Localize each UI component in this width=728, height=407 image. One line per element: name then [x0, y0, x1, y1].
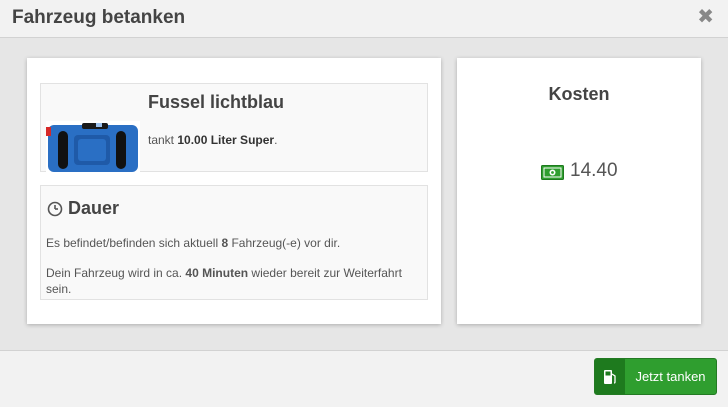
- costs-panel: Kosten 14.40: [457, 58, 701, 324]
- ready-info: Dein Fahrzeug wird in ca. 40 Minuten wie…: [46, 265, 406, 297]
- vehicle-info-panel: Fussel lichtblau tankt 10.00 Liter Super…: [27, 58, 441, 324]
- desc-suffix: .: [274, 133, 278, 147]
- fuel-amount: 10.00 Liter Super: [177, 133, 275, 147]
- dialog-header: Fahrzeug betanken ✖: [0, 0, 728, 38]
- costs-value: 14.40: [570, 160, 618, 181]
- refuel-now-button[interactable]: Jetzt tanken: [594, 358, 717, 395]
- dialog-title: Fahrzeug betanken: [12, 7, 186, 28]
- queue-info: Es befindet/befinden sich aktuell 8 Fahr…: [46, 236, 421, 250]
- close-icon[interactable]: ✖: [697, 7, 714, 27]
- vehicle-fuel-description: tankt 10.00 Liter Super.: [148, 133, 277, 147]
- dialog-footer: Jetzt tanken: [0, 350, 728, 407]
- queue-prefix: Es befindet/befinden sich aktuell: [46, 236, 222, 250]
- car-top-view-image: [46, 121, 140, 172]
- vehicle-card: Fussel lichtblau tankt 10.00 Liter Super…: [40, 83, 428, 172]
- duration-heading: Dauer: [47, 198, 119, 219]
- money-icon: [541, 164, 564, 180]
- costs-amount: 14.40: [541, 160, 618, 182]
- refuel-dialog: Fahrzeug betanken ✖ Fussel lichtblau tan…: [0, 0, 728, 407]
- duration-title: Dauer: [68, 198, 120, 218]
- queue-suffix: Fahrzeug(-e) vor dir.: [228, 236, 341, 250]
- ready-prefix: Dein Fahrzeug wird in ca.: [46, 266, 186, 280]
- refuel-button-label: Jetzt tanken: [635, 369, 706, 384]
- duration-card: Dauer Es befindet/befinden sich aktuell …: [40, 185, 428, 300]
- fuel-pump-icon: [595, 359, 625, 394]
- desc-prefix: tankt: [148, 133, 178, 147]
- ready-time: 40 Minuten: [185, 266, 249, 280]
- clock-icon: [47, 201, 63, 217]
- vehicle-name: Fussel lichtblau: [148, 92, 285, 112]
- costs-title: Kosten: [548, 84, 610, 104]
